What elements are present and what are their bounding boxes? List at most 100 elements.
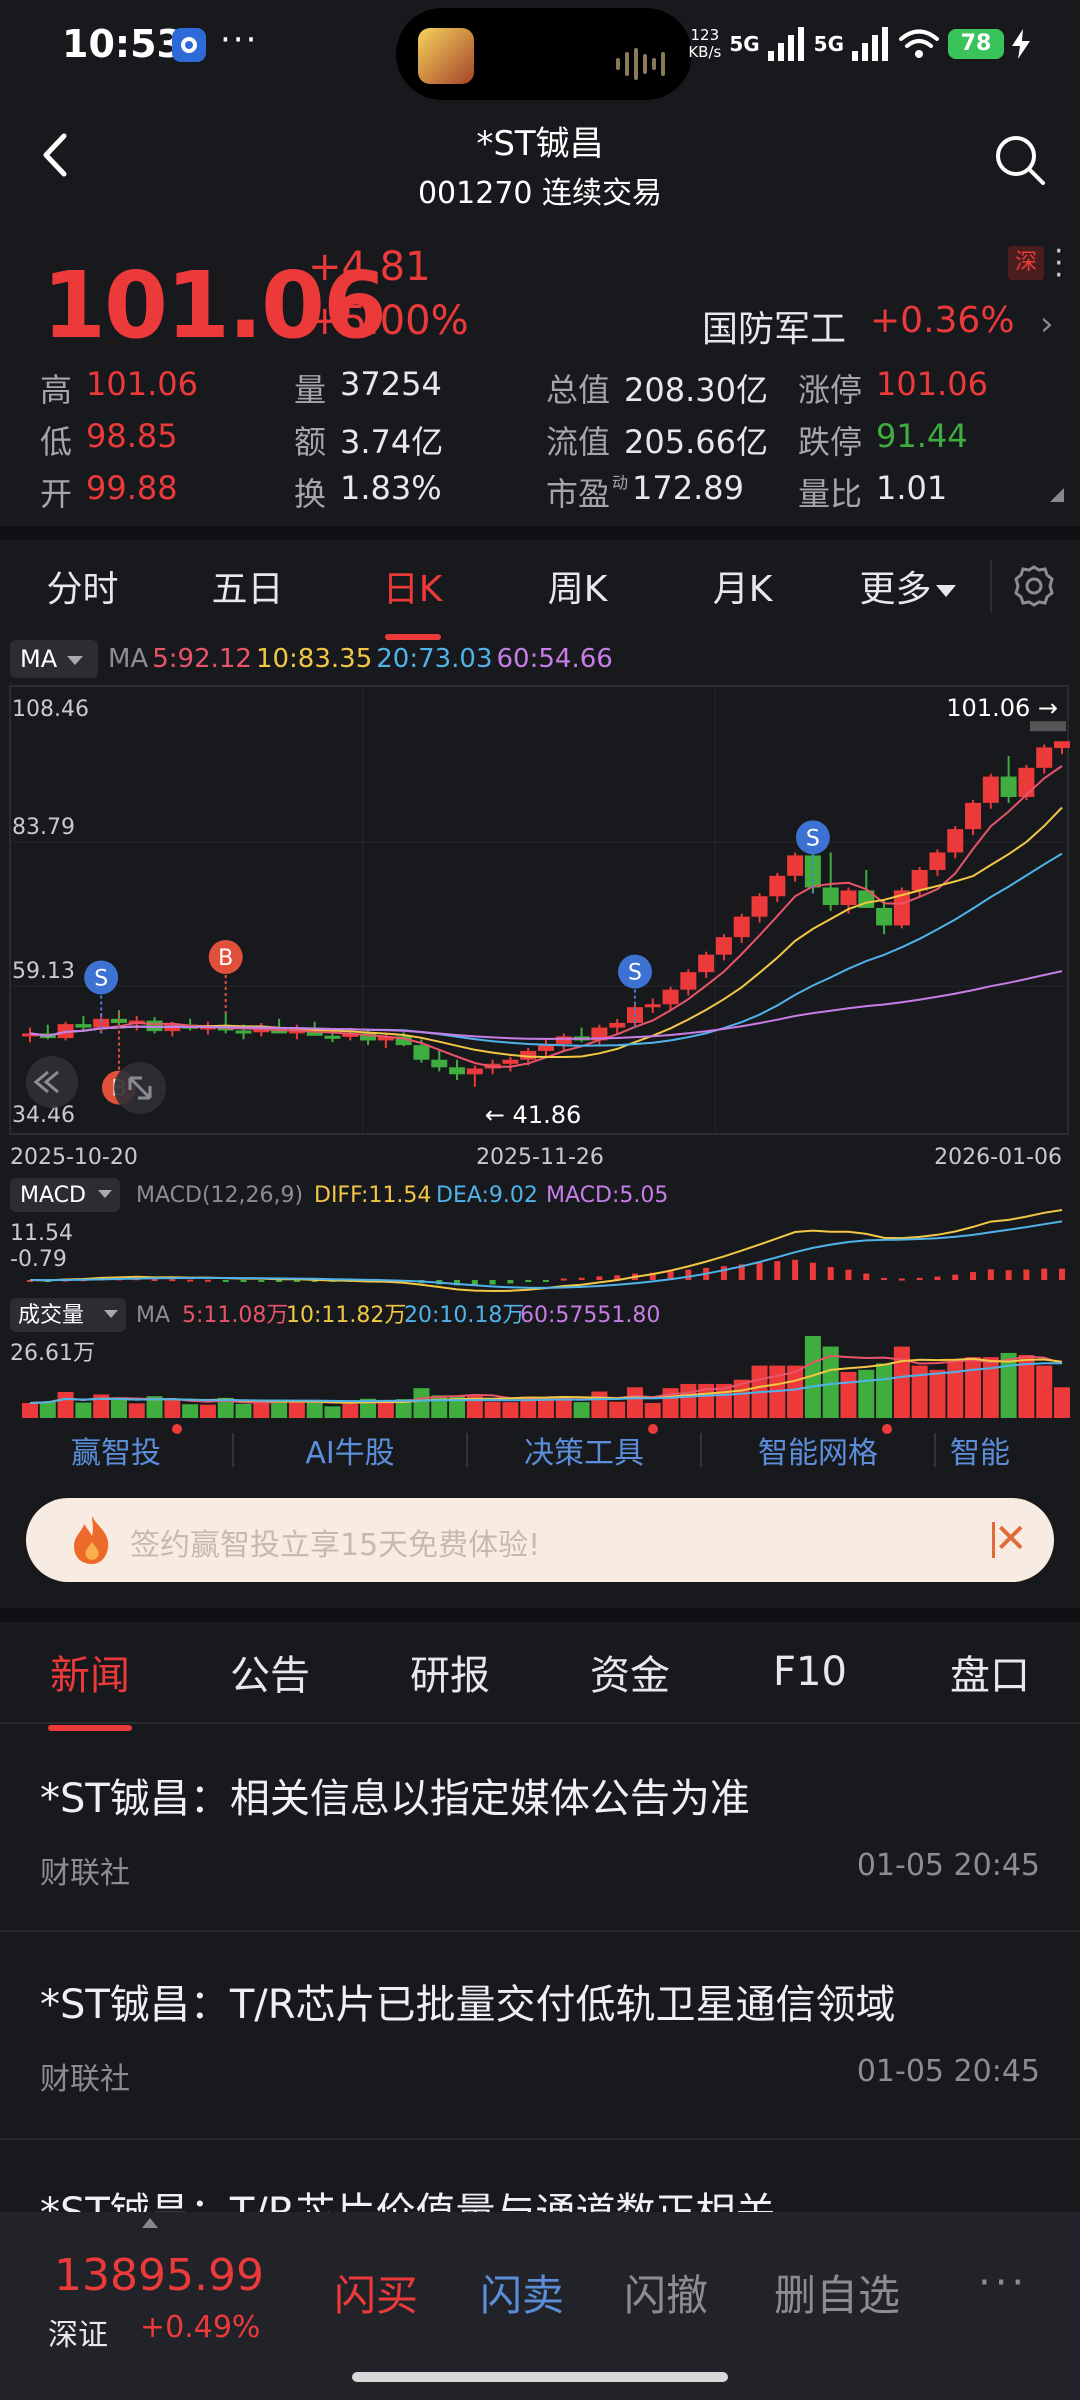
volume-bar xyxy=(893,1346,910,1418)
volume-bar xyxy=(1036,1365,1053,1418)
ma-legend-item: 10:83.35 xyxy=(255,644,373,674)
signal-bars-icon-2 xyxy=(852,27,888,61)
dynamic-island[interactable] xyxy=(396,8,692,100)
more-menu-icon[interactable]: ··· xyxy=(978,2260,1028,2306)
volume-bar xyxy=(538,1397,554,1418)
news-item[interactable]: *ST铖昌：相关信息以指定媒体公告为准 财联社 01-05 20:45 xyxy=(0,1726,1080,1932)
notification-dot xyxy=(172,1424,182,1434)
macd-bar xyxy=(916,1277,923,1280)
macd-bar xyxy=(827,1267,834,1280)
macd-bar xyxy=(293,1280,300,1282)
feature-nav: 赢智投 AI牛股 决策工具 智能网格 智能 xyxy=(0,1422,1080,1478)
tab-period[interactable]: 月K xyxy=(660,560,825,612)
feature-nav-item[interactable]: 决策工具 xyxy=(468,1424,700,1472)
flash-buy-button[interactable]: 闪买 xyxy=(334,2262,418,2323)
tab-news[interactable]: F10 xyxy=(720,1649,900,1695)
sector-name[interactable]: 国防军工 xyxy=(702,300,846,352)
macd-bar xyxy=(258,1280,265,1282)
feature-nav-item[interactable]: 智能网格 xyxy=(702,1424,934,1472)
tab-news[interactable]: 资金 xyxy=(540,1643,720,1701)
candle xyxy=(662,989,679,1005)
feature-nav-item[interactable]: 赢智投 xyxy=(0,1424,232,1472)
volume-bar xyxy=(680,1383,697,1418)
search-icon[interactable] xyxy=(994,134,1046,186)
index-name[interactable]: 深证 xyxy=(48,2310,108,2354)
candle xyxy=(164,1024,181,1032)
quote-value: 99.88 xyxy=(86,469,178,507)
tab-period[interactable]: 五日 xyxy=(165,560,330,612)
candle xyxy=(1000,776,1017,798)
macd-dea-line xyxy=(29,1220,1063,1289)
close-icon[interactable]: ✕ xyxy=(994,1516,1028,1562)
macd-bar xyxy=(1023,1269,1030,1280)
volume-bar xyxy=(609,1401,626,1418)
ma-legend-item: 5:92.12 xyxy=(152,644,252,674)
quote-label: 跌停 xyxy=(798,423,863,461)
quote-value: 98.85 xyxy=(86,417,178,455)
volume-chip-label: 成交量 xyxy=(18,1303,84,1328)
promo-banner[interactable]: 签约赢智投立享15天免费体验! ✕ xyxy=(26,1498,1054,1582)
feature-nav-label: 赢智投 xyxy=(71,1436,161,1471)
index-change[interactable]: +0.49% xyxy=(140,2310,260,2345)
tab-period-label: 分时 xyxy=(46,569,119,610)
macd-bar xyxy=(560,1278,567,1281)
quote-label: 流值 xyxy=(546,423,611,461)
macd-label: MACD(12,26,9) xyxy=(136,1183,303,1208)
macd-bar xyxy=(898,1278,905,1281)
tab-period-label: 更多 xyxy=(859,569,932,610)
macd-bar xyxy=(543,1280,549,1282)
news-item[interactable]: *ST铖昌：T/R芯片价值量与通道数正相关 xyxy=(0,2142,1080,2212)
tab-period[interactable]: 日K xyxy=(330,560,495,640)
signal-5g-label-2: 5G xyxy=(813,32,844,56)
tab-period[interactable]: 周K xyxy=(495,560,660,612)
quote-label: 额 xyxy=(294,423,327,461)
macd-bar xyxy=(1041,1268,1048,1280)
app-notification-icon xyxy=(172,28,206,62)
feature-nav-item[interactable]: AI牛股 xyxy=(234,1428,466,1472)
section-divider xyxy=(0,526,1080,540)
chart-settings-gear-icon[interactable] xyxy=(1012,564,1056,608)
flash-sell-button[interactable]: 闪卖 xyxy=(480,2262,564,2323)
tab-news[interactable]: 盘口 xyxy=(900,1643,1080,1701)
notification-dot xyxy=(648,1424,658,1434)
signal-5g-label: 5G xyxy=(729,32,760,56)
volume-bar xyxy=(591,1391,608,1418)
quote-cell: 总值 208.30亿 xyxy=(546,365,798,411)
volume-bar xyxy=(502,1402,519,1418)
feature-nav-item[interactable]: 智能 xyxy=(936,1428,1016,1472)
ma-legend-item: 60:54.66 xyxy=(496,644,613,674)
volume-legend-item: 10:11.82万 xyxy=(286,1303,406,1328)
tab-news[interactable]: 新闻 xyxy=(0,1643,180,1731)
tab-period[interactable]: 更多 xyxy=(825,560,990,612)
kline-chart[interactable]: 108.4683.7959.1334.46SBBSS101.06 →← 41.8… xyxy=(0,632,1080,1422)
news-item[interactable]: *ST铖昌：T/R芯片已批量交付低轨卫星通信领域 财联社 01-05 20:45 xyxy=(0,1934,1080,2140)
audio-wave-icon xyxy=(616,48,665,80)
flash-cancel-button[interactable]: 闪撤 xyxy=(624,2262,708,2323)
expand-corner-icon[interactable] xyxy=(1050,488,1064,502)
tab-news[interactable]: 公告 xyxy=(180,1643,360,1701)
tab-news[interactable]: 研报 xyxy=(360,1643,540,1701)
ma-indicator-select[interactable]: MA xyxy=(10,640,98,678)
quote-label: 涨停 xyxy=(798,371,863,409)
more-options-icon[interactable]: · · · xyxy=(1054,237,1064,291)
quote-label: 市盈 xyxy=(546,475,611,513)
index-expand-caret-icon[interactable] xyxy=(142,2218,158,2228)
volume-bar xyxy=(413,1388,430,1418)
macd-bar xyxy=(720,1266,727,1280)
status-bar: 10:53 ··· 123 KB/s 5G 5G 78 xyxy=(0,0,1080,100)
volume-bar xyxy=(271,1400,288,1418)
index-value[interactable]: 13895.99 xyxy=(54,2250,264,2301)
remove-watchlist-button[interactable]: 删自选 xyxy=(774,2262,900,2323)
candle xyxy=(555,1036,572,1044)
macd-bar xyxy=(596,1276,603,1280)
macd-bar xyxy=(578,1277,585,1280)
marker-label: S xyxy=(806,826,820,851)
home-indicator[interactable] xyxy=(352,2372,728,2382)
macd-bar xyxy=(1005,1270,1012,1280)
chevron-right-icon[interactable]: › xyxy=(1040,304,1054,344)
quote-label: 量 xyxy=(294,371,327,409)
charging-icon xyxy=(1012,29,1030,59)
volume-bar xyxy=(235,1403,252,1418)
sector-change[interactable]: +0.36% xyxy=(870,300,1015,341)
tab-period[interactable]: 分时 xyxy=(0,560,165,612)
